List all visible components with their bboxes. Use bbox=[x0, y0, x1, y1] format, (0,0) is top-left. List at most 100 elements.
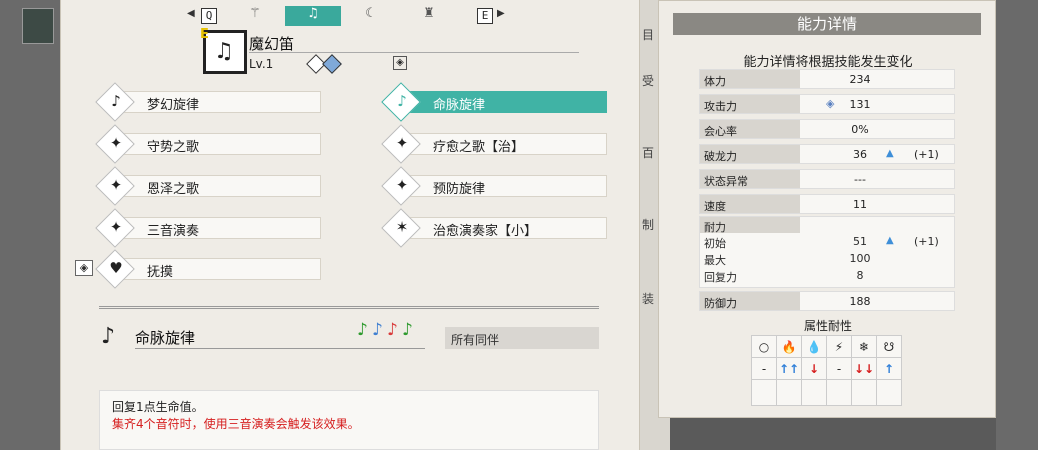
tab-next-arrow-icon[interactable]: ▶ bbox=[497, 8, 505, 19]
weapon-divider bbox=[249, 52, 579, 53]
skill-label: 疗愈之歌【治】 bbox=[433, 140, 525, 155]
note-icon: ♪ bbox=[357, 320, 368, 340]
hunting-horn-icon: ♫ bbox=[214, 39, 234, 64]
resistance-value: ↑↑ bbox=[776, 357, 802, 380]
tab-weapon-1[interactable]: ⚚ bbox=[227, 6, 283, 26]
stat-value: 8 bbox=[856, 269, 864, 282]
tab-weapon-3[interactable]: ☾ bbox=[343, 6, 399, 26]
skill-label: 命脉旋律 bbox=[433, 98, 486, 113]
skill-label: 治愈演奏家【小】 bbox=[433, 224, 538, 239]
skill-healing-song[interactable]: ✦ 疗愈之歌【治】 bbox=[381, 124, 607, 164]
stat-affinity: 会心率 0% bbox=[699, 119, 955, 139]
skill-lifeline-melody[interactable]: ♪ 命脉旋律 bbox=[381, 82, 607, 122]
note-sequence: ♪ ♪ ♪ ♪ bbox=[357, 320, 417, 340]
increase-arrow-icon: ▲ bbox=[886, 148, 894, 159]
decoration-icon: ◈ bbox=[393, 56, 407, 70]
skill-label: 预防旋律 bbox=[433, 182, 486, 197]
ability-detail-panel: 能力详情 能力详情将根据技能发生变化 体力 234 攻击力 ◈ 131 会心率 … bbox=[658, 0, 996, 418]
tab-prev-arrow-icon[interactable]: ◀ bbox=[187, 8, 195, 19]
side-menu-fragment: 目 bbox=[642, 28, 655, 42]
sparkle-icon: ✦ bbox=[109, 134, 123, 152]
stat-delta: (+1) bbox=[914, 235, 939, 248]
stat-label: 最大 bbox=[704, 254, 726, 267]
section-divider bbox=[99, 306, 599, 309]
stat-value: 11 bbox=[853, 198, 867, 211]
ice-element-icon: ❄ bbox=[851, 335, 877, 358]
stat-label: 状态异常 bbox=[700, 170, 800, 188]
skill-pet[interactable]: ♥ 抚摸 bbox=[95, 249, 321, 289]
resistance-value: ↓ bbox=[801, 357, 827, 380]
skill-defense-song[interactable]: ✦ 守势之歌 bbox=[95, 124, 321, 164]
resistance-title: 属性耐性 bbox=[803, 319, 852, 333]
skill-prevention-melody[interactable]: ✦ 预防旋律 bbox=[381, 166, 607, 206]
skill-description: 回复1点生命值。 集齐4个音符时，使用三音演奏会触发该效果。 bbox=[99, 390, 599, 450]
performer-icon: ✶ bbox=[395, 218, 409, 236]
dragon-element-icon: ☋ bbox=[876, 335, 902, 358]
stat-attack: 攻击力 ◈ 131 bbox=[699, 94, 955, 114]
stamina-block: 耐力 初始 51 ▲ (+1) 最大 100 回复力 8 bbox=[699, 216, 955, 288]
increase-arrow-icon: ▲ bbox=[886, 235, 894, 246]
weapon-name: 魔幻笛 bbox=[249, 35, 295, 53]
stat-label: 初始 bbox=[704, 237, 726, 250]
skill-dream-melody[interactable]: ♪ 梦幻旋律 bbox=[95, 82, 321, 122]
water-element-icon: 💧 bbox=[801, 335, 827, 358]
resistance-value: - bbox=[751, 357, 777, 380]
side-menu-fragment: 装 bbox=[642, 292, 655, 306]
stat-label: 破龙力 bbox=[700, 145, 800, 163]
detail-divider bbox=[135, 348, 425, 349]
side-menu-fragment: 百 bbox=[642, 146, 655, 160]
decoration-slot-icon: ◈ bbox=[75, 260, 93, 276]
resistance-value: ↓↓ bbox=[851, 357, 877, 380]
weapon-level: Lv.1 bbox=[249, 57, 274, 71]
panel-title: 能力详情 bbox=[673, 13, 981, 35]
note-icon: ♪ bbox=[111, 92, 121, 110]
skill-label: 抚摸 bbox=[147, 265, 174, 280]
stat-value: 188 bbox=[849, 295, 871, 308]
stat-label: 防御力 bbox=[700, 292, 800, 310]
note-icon: ♪ bbox=[402, 320, 413, 340]
stat-label: 回复力 bbox=[704, 271, 737, 284]
description-text: 回复1点生命值。 bbox=[112, 400, 204, 414]
stat-label: 体力 bbox=[700, 70, 800, 88]
weapon-tabs: ◀ Q ⚚ ♫ ☾ ♜ E ▶ bbox=[187, 6, 507, 26]
resistance-value: - bbox=[826, 357, 852, 380]
skill-label: 三音演奏 bbox=[147, 224, 200, 239]
description-condition: 集齐4个音符时，使用三音演奏会触发该效果。 bbox=[112, 417, 360, 431]
note-icon: ♪ bbox=[397, 92, 407, 110]
stat-value: 131 bbox=[849, 98, 871, 111]
sparkle-icon: ✦ bbox=[109, 218, 123, 236]
sparkle-icon: ✦ bbox=[395, 176, 409, 194]
tab-prev-key[interactable]: Q bbox=[201, 8, 217, 24]
sparkle-icon: ✦ bbox=[109, 176, 123, 194]
tab-weapon-4[interactable]: ♜ bbox=[401, 6, 457, 26]
skill-triple-performance[interactable]: ✦ 三音演奏 bbox=[95, 208, 321, 248]
weapon-icon: E ♫ bbox=[200, 27, 247, 74]
resistance-value: ↑ bbox=[876, 357, 902, 380]
neutral-element-icon: ○ bbox=[751, 335, 777, 358]
weapon-notes bbox=[306, 54, 342, 75]
stat-value: 51 bbox=[853, 235, 867, 248]
note-icon: ♪ bbox=[387, 320, 398, 340]
resistance-table: ○ 🔥 💧 ⚡ ❄ ☋ - ↑↑ ↓ - ↓↓ ↑ bbox=[751, 335, 902, 406]
heart-icon: ♥ bbox=[109, 259, 123, 277]
skill-healing-performer[interactable]: ✶ 治愈演奏家【小】 bbox=[381, 208, 607, 248]
note-icon: ♪ bbox=[101, 324, 116, 349]
target-label: 所有同伴 bbox=[445, 327, 599, 349]
stamina-label: 耐力 bbox=[700, 217, 800, 234]
tab-weapon-2[interactable]: ♫ bbox=[285, 6, 341, 26]
stat-value: 0% bbox=[851, 123, 869, 136]
equipped-tag: E bbox=[200, 27, 209, 42]
thunder-element-icon: ⚡ bbox=[826, 335, 852, 358]
skill-blessing-song[interactable]: ✦ 恩泽之歌 bbox=[95, 166, 321, 206]
stat-label: 会心率 bbox=[700, 120, 800, 138]
stamina-initial-row: 初始 51 ▲ (+1) bbox=[704, 235, 954, 251]
tab-next-key[interactable]: E bbox=[477, 8, 493, 24]
stat-dragonpiercer: 破龙力 36 ▲ (+1) bbox=[699, 144, 955, 164]
skill-label: 梦幻旋律 bbox=[147, 98, 200, 113]
stat-value: 36 bbox=[853, 148, 867, 161]
detail-skill-name: 命脉旋律 bbox=[135, 329, 196, 347]
stat-defense: 防御力 188 bbox=[699, 291, 955, 311]
stat-status-effect: 状态异常 --- bbox=[699, 169, 955, 189]
side-menu-fragment: 受 bbox=[642, 74, 655, 88]
note-slot-icon bbox=[322, 54, 342, 74]
